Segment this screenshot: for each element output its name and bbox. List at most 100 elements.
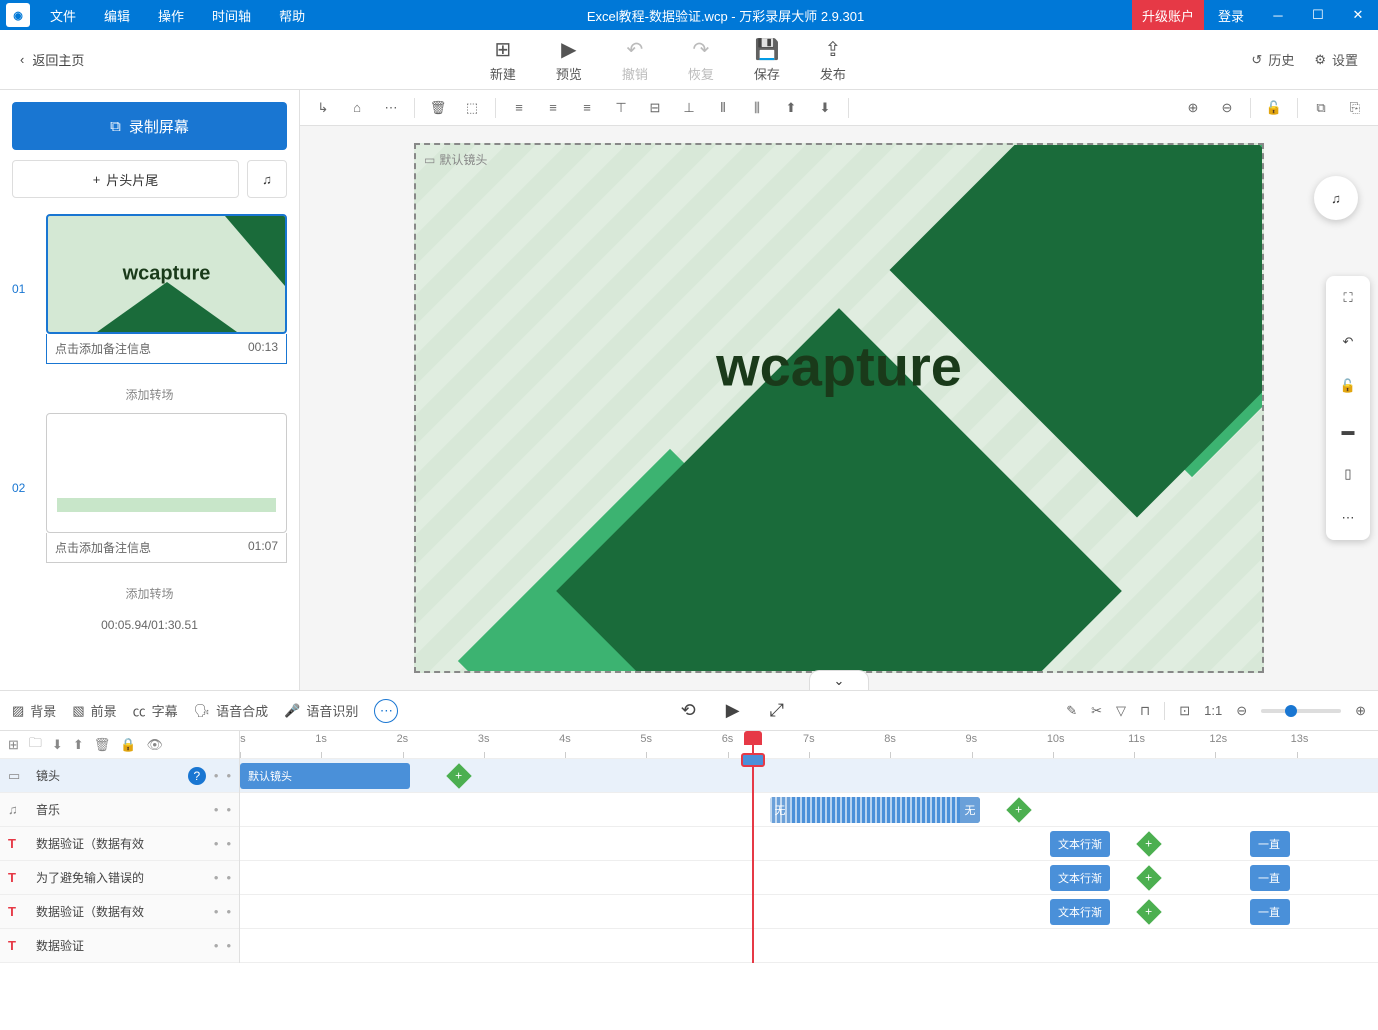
more-icon[interactable]: ⋯ xyxy=(376,93,406,123)
redo-button[interactable]: ↷ 恢复 xyxy=(688,37,714,83)
zoom-out-icon[interactable]: ⊖ xyxy=(1212,93,1242,123)
fit-icon[interactable]: 1:1 xyxy=(1204,703,1222,718)
undo-button[interactable]: ↶ 撤销 xyxy=(622,37,648,83)
save-button[interactable]: 💾 保存 xyxy=(754,37,780,83)
menu-help[interactable]: 帮助 xyxy=(265,0,319,30)
align-top-icon[interactable]: ⊤ xyxy=(606,93,636,123)
new-button[interactable]: ⊞ 新建 xyxy=(490,37,516,83)
tab-foreground[interactable]: ▧ 前景 xyxy=(72,701,116,720)
screen-icon[interactable]: ▬ xyxy=(1334,416,1362,444)
tab-tts[interactable]: 🗣 语音合成 xyxy=(194,701,269,720)
back-home-button[interactable]: ‹ 返回主页 xyxy=(20,50,84,69)
upgrade-button[interactable]: 升级账户 xyxy=(1132,0,1204,30)
track-menu-icon[interactable]: • xyxy=(226,904,231,919)
track-row-text[interactable]: 文本行渐 + 一直 xyxy=(240,827,1378,861)
text-clip-end[interactable]: 一直 xyxy=(1250,831,1290,857)
text-clip-end[interactable]: 一直 xyxy=(1250,899,1290,925)
ruler[interactable]: 0s 1s 2s 3s 4s 5s 6s 7s 8s 9s 10s 11s 12… xyxy=(240,731,1378,759)
add-clip-button[interactable]: + xyxy=(446,763,471,788)
align-bottom-icon[interactable]: ⊥ xyxy=(674,93,704,123)
text-clip-end[interactable]: 一直 xyxy=(1250,865,1290,891)
add-transition-button[interactable]: 添加转场 xyxy=(12,376,287,413)
distribute-v-icon[interactable]: ⫼ xyxy=(742,93,772,123)
magnet-icon[interactable]: ⊓ xyxy=(1140,703,1150,719)
clip-item[interactable]: 02 点击添加备注信息 01:07 xyxy=(12,413,287,563)
rotate-left-icon[interactable]: ↳ xyxy=(308,93,338,123)
zoom-out-icon[interactable]: ⊖ xyxy=(1236,703,1247,719)
lock-icon[interactable]: 🔒 xyxy=(120,737,136,753)
track-row-text[interactable]: 文本行渐 + 一直 xyxy=(240,895,1378,929)
trash-icon[interactable]: 🗑 xyxy=(423,93,453,123)
unlock-icon[interactable]: 🔓 xyxy=(1259,93,1289,123)
align-center-icon[interactable]: ≡ xyxy=(538,93,568,123)
select-all-icon[interactable]: ⬚ xyxy=(457,93,487,123)
rewind-button[interactable]: ⟲ xyxy=(681,700,696,721)
add-track-icon[interactable]: ⊞ xyxy=(8,737,19,753)
undo-icon[interactable]: ↶ xyxy=(1334,328,1362,356)
more-icon[interactable]: ⋯ xyxy=(1334,504,1362,532)
add-clip-button[interactable]: + xyxy=(1136,831,1161,856)
eye-icon[interactable]: 👁 xyxy=(146,737,163,753)
tab-asr[interactable]: 🎤 语音识别 xyxy=(284,701,358,720)
track-menu-icon[interactable]: • xyxy=(214,802,219,817)
add-clip-button[interactable]: + xyxy=(1136,899,1161,924)
track-row-music[interactable]: 无 无 + xyxy=(240,793,1378,827)
clip-thumbnail[interactable]: wcapture xyxy=(46,214,287,334)
music-clip[interactable]: 无 无 xyxy=(770,797,980,823)
menu-file[interactable]: 文件 xyxy=(36,0,90,30)
settings-button[interactable]: ⚙ 设置 xyxy=(1314,50,1358,69)
close-button[interactable]: ✕ xyxy=(1338,0,1378,30)
track-menu-icon[interactable]: • xyxy=(214,938,219,953)
download-icon[interactable]: ⬇ xyxy=(52,737,63,753)
track-text[interactable]: T 为了避免输入错误的 • • xyxy=(0,861,239,895)
bring-front-icon[interactable]: ⬆ xyxy=(776,93,806,123)
track-text[interactable]: T 数据验证（数据有效 • • xyxy=(0,827,239,861)
more-tabs-button[interactable]: ⋯ xyxy=(374,699,398,723)
track-menu-icon[interactable]: • xyxy=(214,904,219,919)
expand-button[interactable]: ⤢ xyxy=(770,700,784,721)
clip-note[interactable]: 点击添加备注信息 xyxy=(55,340,151,357)
clip-item[interactable]: 01 wcapture 点击添加备注信息 00:13 xyxy=(12,214,287,364)
track-text[interactable]: T 数据验证（数据有效 • • xyxy=(0,895,239,929)
minimize-button[interactable]: ─ xyxy=(1258,0,1298,30)
history-button[interactable]: ↺ 历史 xyxy=(1251,50,1294,69)
collapse-canvas-button[interactable]: ⌄ xyxy=(809,670,869,690)
folder-icon[interactable]: 🗀 xyxy=(29,734,42,756)
align-left-icon[interactable]: ≡ xyxy=(504,93,534,123)
copy-icon[interactable]: ⧉ xyxy=(1306,93,1336,123)
track-menu-icon[interactable]: • xyxy=(226,802,231,817)
track-text[interactable]: T 数据验证 • • xyxy=(0,929,239,963)
fullscreen-icon[interactable]: ⛶ xyxy=(1334,284,1362,312)
track-row-text[interactable]: 文本行渐 + 一直 xyxy=(240,861,1378,895)
menu-timeline[interactable]: 时间轴 xyxy=(198,0,265,30)
align-middle-icon[interactable]: ⊟ xyxy=(640,93,670,123)
send-back-icon[interactable]: ⬇ xyxy=(810,93,840,123)
track-menu-icon[interactable]: • xyxy=(226,768,231,783)
text-clip[interactable]: 文本行渐 xyxy=(1050,831,1110,857)
publish-button[interactable]: ⇪ 发布 xyxy=(820,37,846,83)
upload-icon[interactable]: ⬆ xyxy=(73,737,84,753)
track-row-camera[interactable]: 默认镜头 + xyxy=(240,759,1378,793)
track-music[interactable]: ♫ 音乐 • • xyxy=(0,793,239,827)
add-transition-button[interactable]: 添加转场 xyxy=(12,575,287,612)
maximize-button[interactable]: ☐ xyxy=(1298,0,1338,30)
camera-clip[interactable]: 默认镜头 xyxy=(240,763,410,789)
tab-background[interactable]: ▨ 背景 xyxy=(12,701,56,720)
add-clip-button[interactable]: + xyxy=(1136,865,1161,890)
intro-outro-button[interactable]: + 片头片尾 xyxy=(12,160,239,198)
zoom-in-icon[interactable]: ⊕ xyxy=(1355,703,1366,719)
zoom-in-icon[interactable]: ⊕ xyxy=(1178,93,1208,123)
track-menu-icon[interactable]: • xyxy=(226,870,231,885)
distribute-h-icon[interactable]: ⫴ xyxy=(708,93,738,123)
record-screen-button[interactable]: ⧉ 录制屏幕 xyxy=(12,102,287,150)
marker-icon[interactable]: ⊡ xyxy=(1179,703,1190,719)
tab-subtitle[interactable]: ㏄ 字幕 xyxy=(133,701,178,720)
menu-edit[interactable]: 编辑 xyxy=(90,0,144,30)
track-menu-icon[interactable]: • xyxy=(214,836,219,851)
edit-icon[interactable]: ✎ xyxy=(1066,703,1077,719)
home-icon[interactable]: ⌂ xyxy=(342,93,372,123)
text-clip[interactable]: 文本行渐 xyxy=(1050,865,1110,891)
help-icon[interactable]: ? xyxy=(188,767,206,785)
clip-thumbnail[interactable] xyxy=(46,413,287,533)
track-row-text[interactable] xyxy=(240,929,1378,963)
